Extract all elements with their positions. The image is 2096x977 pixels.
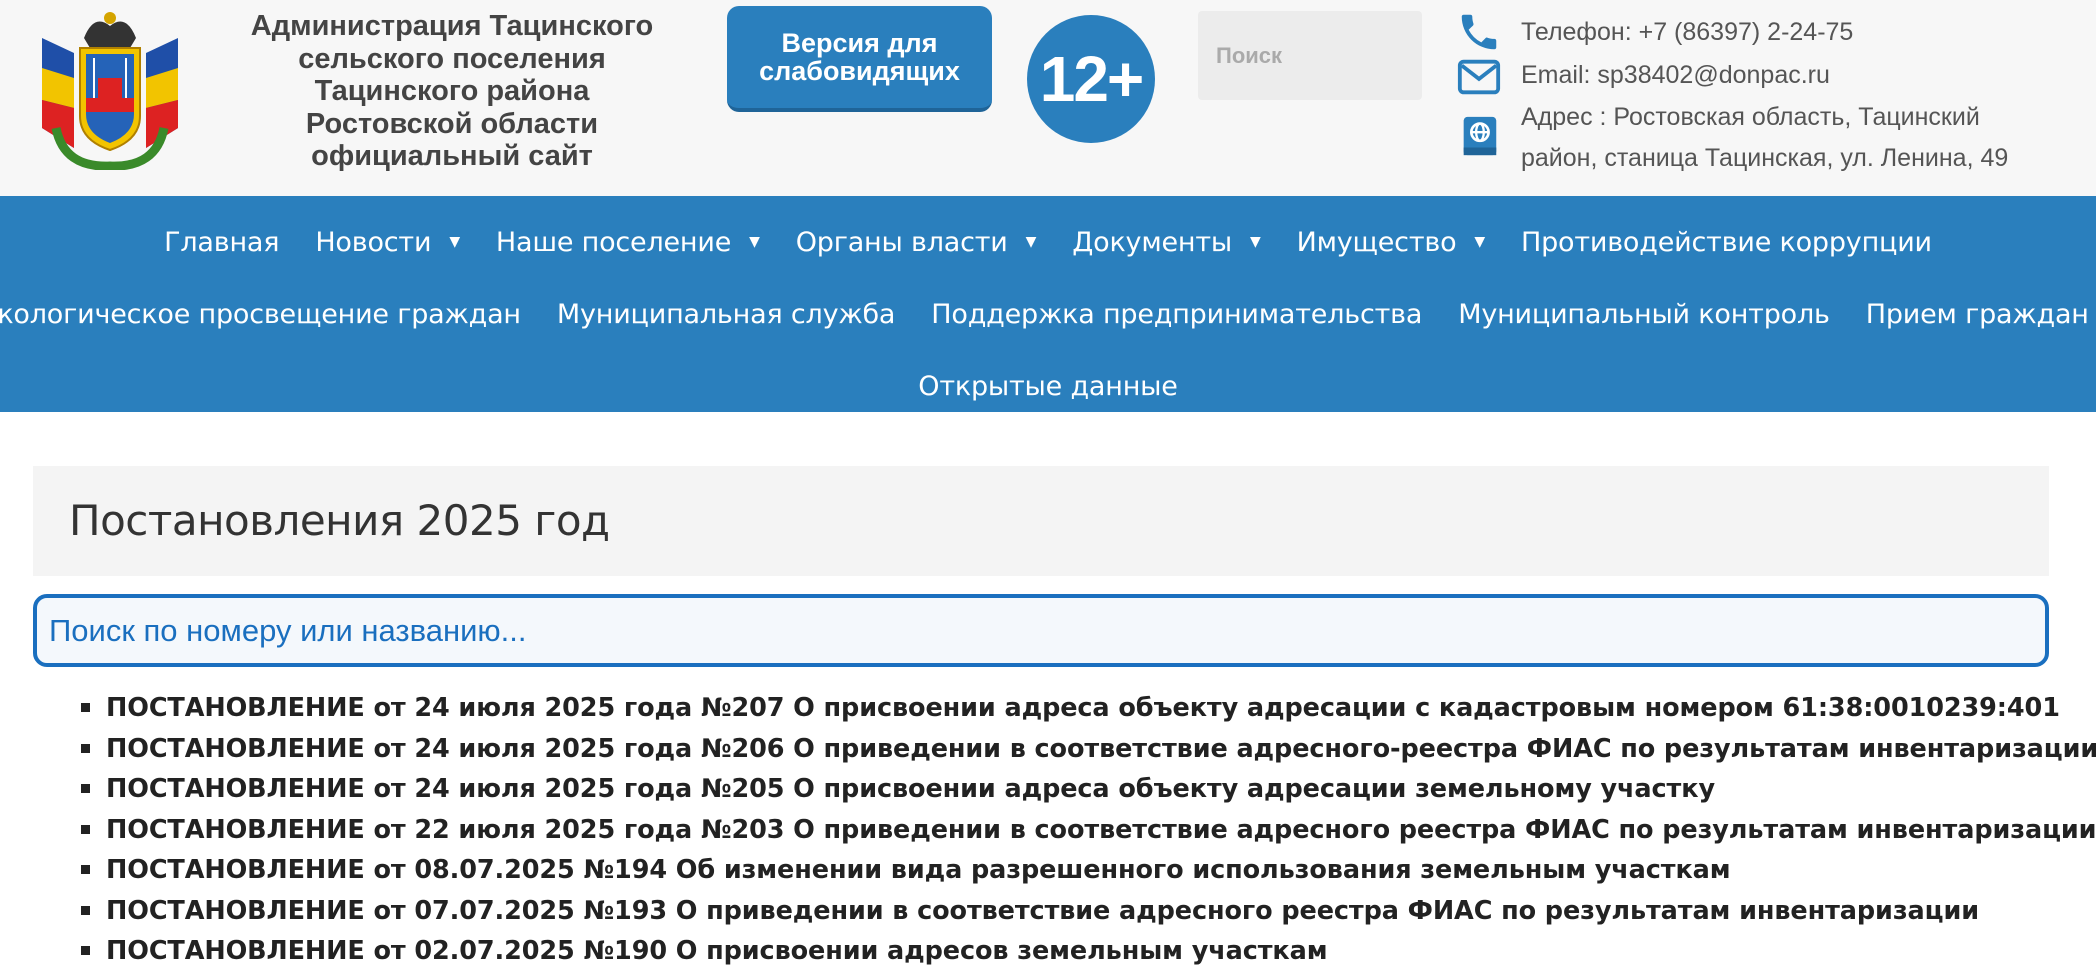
nav-item-label: Муниципальная служба	[556, 298, 896, 330]
document-filter-input[interactable]	[33, 594, 2049, 667]
nav-item[interactable]: Прием граждан▼	[1866, 288, 2096, 340]
nav-item-label: Документы	[1072, 226, 1233, 258]
nav-item[interactable]: Новости ▼	[315, 216, 460, 268]
document-link[interactable]: ПОСТАНОВЛЕНИЕ от 24 июля 2025 года №205 …	[78, 769, 2096, 810]
nav-item[interactable]: Наше поселение ▼	[496, 216, 760, 268]
contact-address-line: Адрес : Ростовская область, Тацинский	[1521, 103, 1980, 131]
age-rating-badge: 12+	[1027, 15, 1155, 143]
nav-item[interactable]: Органы власти ▼	[796, 216, 1037, 268]
bullet-icon	[81, 784, 90, 793]
nav-item-label: Имущество	[1296, 226, 1457, 258]
page-header: Постановления 2025 год	[33, 466, 2049, 576]
site-title: Администрация Тацинского сельского посел…	[222, 10, 682, 173]
chevron-down-icon: ▼	[749, 234, 760, 250]
low-vision-button-label: слабовидящих	[759, 56, 960, 86]
bullet-icon	[81, 824, 90, 834]
document-title: ПОСТАНОВЛЕНИЕ от 22 июля 2025 года №203 …	[106, 814, 2096, 845]
nav-item[interactable]: Документы ▼	[1072, 216, 1261, 268]
bullet-icon	[81, 946, 90, 955]
main-navigation: Главная Новости ▼ Наше поселение ▼ Органы вла…	[0, 196, 2096, 412]
address-book-icon	[1463, 116, 1497, 156]
document-link[interactable]: ПОСТАНОВЛЕНИЕ от 22 июля 2025 года №203 …	[78, 810, 2096, 851]
nav-item-label: Главная	[164, 226, 280, 258]
contact-address-line: район, станица Тацинская, ул. Ленина, 49	[1521, 144, 2009, 172]
nav-item-label: Поддержка предпринимательства	[931, 298, 1423, 330]
nav-row: Экологическое просвещение граждан Муницип…	[0, 288, 2096, 340]
site-header: Администрация Тацинского сельского посел…	[0, 0, 2096, 196]
document-link[interactable]: ПОСТАНОВЛЕНИЕ от 02.07.2025 №190 О присв…	[78, 931, 2096, 972]
contact-phone: Телефон: +7 (86397) 2-24-75	[1521, 18, 1854, 46]
nav-item-label: Экологическое просвещение граждан	[0, 298, 521, 330]
document-title: ПОСТАНОВЛЕНИЕ от 02.07.2025 №190 О присв…	[106, 936, 1328, 966]
nav-item[interactable]: Главная	[164, 216, 279, 268]
site-search-input[interactable]	[1198, 11, 1422, 100]
nav-item-label: Органы власти	[795, 226, 1008, 258]
document-link[interactable]: ПОСТАНОВЛЕНИЕ от 24 июля 2025 года №206 …	[78, 729, 2096, 770]
document-title: ПОСТАНОВЛЕНИЕ от 24 июля 2025 года №207 …	[106, 693, 2060, 723]
nav-item-label: Муниципальный контроль	[1458, 298, 1830, 330]
nav-row: Главная Новости ▼ Наше поселение ▼ Органы вла…	[0, 216, 2096, 268]
chevron-down-icon: ▼	[1250, 234, 1261, 250]
contact-address: Адрес : Ростовская область, Тацинский ра…	[1521, 97, 2008, 179]
chevron-down-icon: ▼	[1025, 234, 1037, 250]
document-title: ПОСТАНОВЛЕНИЕ от 24 июля 2025 года №205 …	[106, 774, 1715, 804]
low-vision-button-label: Версия для	[781, 28, 938, 58]
bullet-icon	[81, 905, 90, 915]
site-title-line: официальный сайт	[311, 140, 593, 172]
nav-item-label: Открытые данные	[918, 370, 1178, 402]
emblem-icon[interactable]	[34, 8, 186, 170]
nav-item-label: Наше поселение	[495, 226, 732, 258]
chevron-down-icon: ▼	[1474, 234, 1485, 250]
site-title-line: Тацинского района	[314, 75, 590, 107]
document-title: ПОСТАНОВЛЕНИЕ от 07.07.2025 №193 О приве…	[106, 895, 1979, 926]
page-title: Постановления 2025 год	[69, 496, 610, 545]
document-link[interactable]: ПОСТАНОВЛЕНИЕ от 24 июля 2025 года №207 …	[78, 688, 2096, 729]
bullet-icon	[81, 703, 90, 712]
nav-row: Открытые данные	[0, 360, 2096, 412]
nav-item[interactable]: Экологическое просвещение граждан	[0, 288, 521, 340]
site-title-line: Администрация Тацинского	[250, 10, 654, 42]
bullet-icon	[81, 865, 90, 874]
nav-item[interactable]: Противодействие коррупции	[1521, 216, 1932, 268]
site-title-line: сельского поселения	[298, 42, 606, 75]
phone-icon	[1461, 14, 1497, 50]
nav-item[interactable]: Муниципальный контроль	[1458, 288, 1830, 340]
document-title: ПОСТАНОВЛЕНИЕ от 08.07.2025 №194 Об изме…	[106, 855, 1731, 885]
nav-item[interactable]: Открытые данные	[918, 360, 1178, 412]
mail-icon	[1457, 59, 1501, 95]
contact-email[interactable]: Email: sp38402@donpac.ru	[1521, 55, 1830, 96]
nav-item-label: Прием граждан	[1865, 298, 2089, 330]
nav-item-label: Новости	[315, 226, 432, 258]
document-link[interactable]: ПОСТАНОВЛЕНИЕ от 08.07.2025 №194 Об изме…	[78, 850, 2096, 891]
low-vision-version-button[interactable]: Версия для слабовидящих	[727, 6, 992, 112]
nav-item[interactable]: Муниципальная служба	[556, 288, 896, 340]
chevron-down-icon: ▼	[449, 234, 460, 250]
document-link[interactable]: ПОСТАНОВЛЕНИЕ от 07.07.2025 №193 О приве…	[78, 891, 2096, 932]
site-title-line: Ростовской области	[305, 107, 599, 140]
document-title: ПОСТАНОВЛЕНИЕ от 24 июля 2025 года №206 …	[106, 733, 2096, 764]
bullet-icon	[81, 743, 90, 753]
nav-item-label: Противодействие коррупции	[1520, 226, 1932, 258]
document-list: ПОСТАНОВЛЕНИЕ от 24 июля 2025 года №207 …	[78, 688, 2096, 972]
nav-item[interactable]: Имущество ▼	[1296, 216, 1486, 268]
nav-item[interactable]: Поддержка предпринимательства	[931, 288, 1422, 340]
